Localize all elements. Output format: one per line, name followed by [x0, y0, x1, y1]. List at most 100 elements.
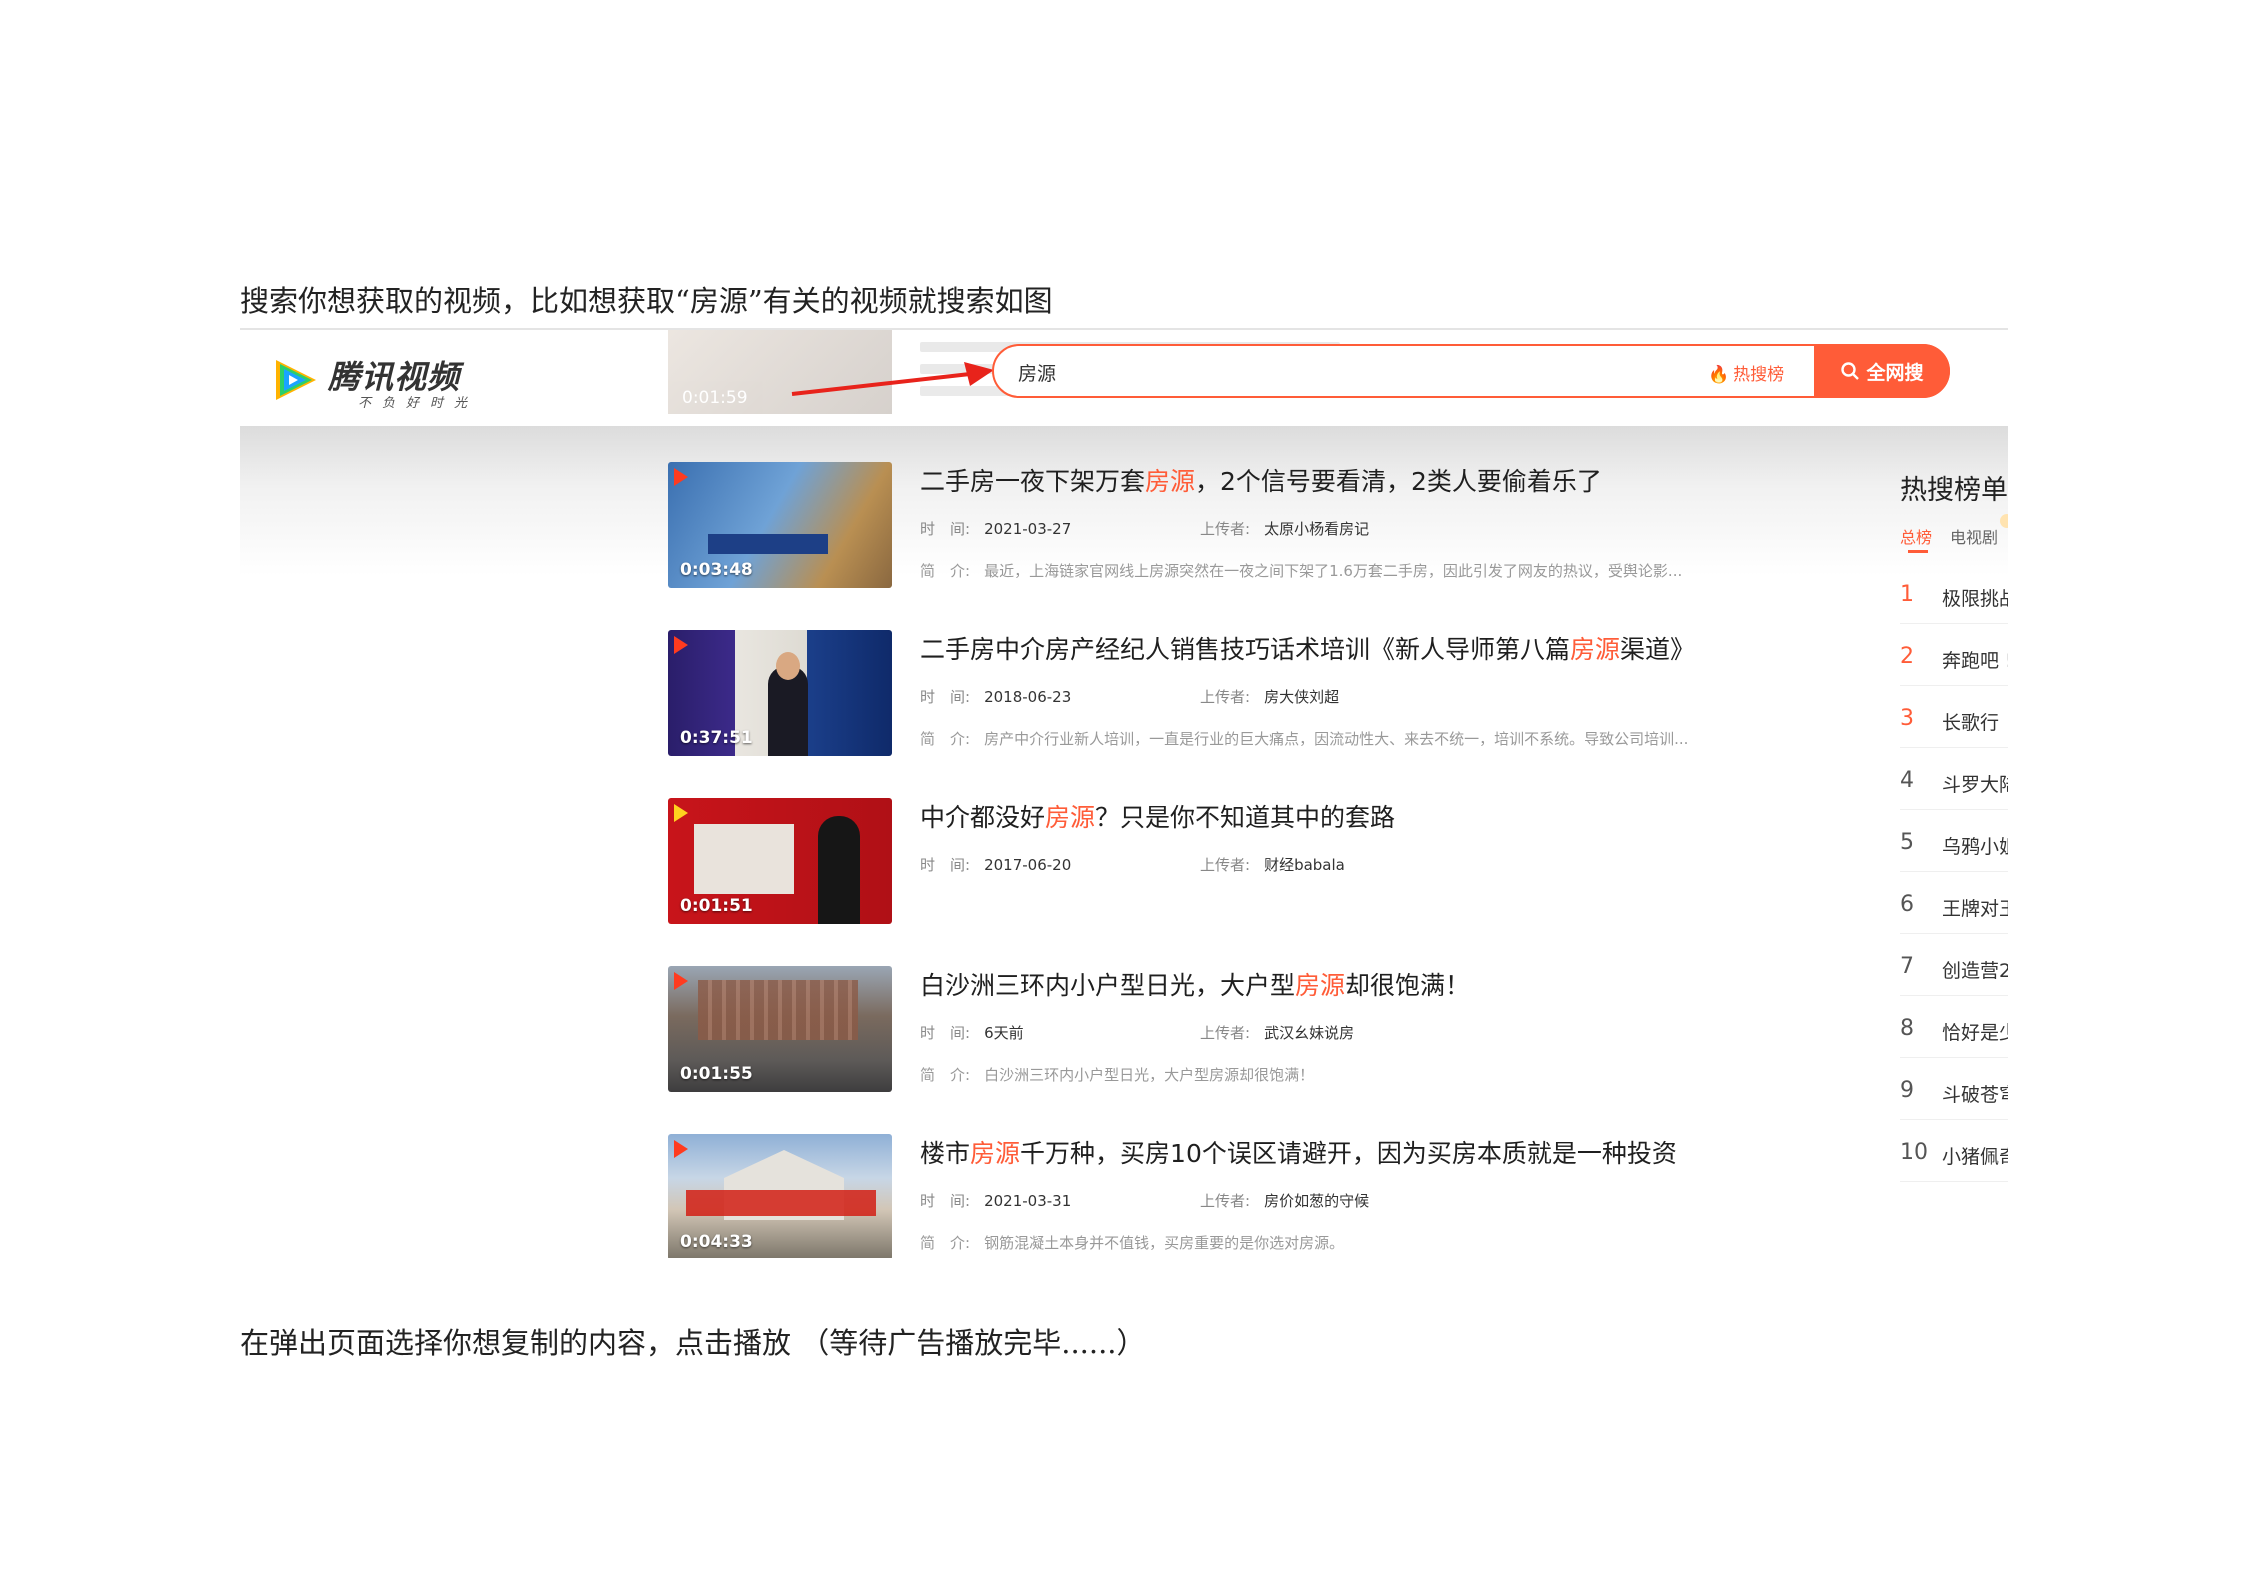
tab-overall[interactable]: 总榜 [1900, 528, 1932, 547]
title-text: 中介都没好 [920, 803, 1046, 832]
video-thumbnail[interactable]: 0:37:51 [668, 630, 892, 756]
video-duration: 0:01:51 [680, 896, 753, 916]
background-thumb-duration: 0:01:59 [682, 388, 748, 408]
show-name: 王牌对王 [1942, 898, 2008, 920]
uploader-name[interactable]: 太原小杨看房记 [1264, 520, 1369, 538]
search-icon [1841, 362, 1860, 380]
desc-text: 房产中介行业新人培训，一直是行业的巨大痛点，因流动性大、来去不统一，培训不系统。… [984, 730, 1689, 748]
tab-tv-series[interactable]: 电视剧 [1950, 528, 1998, 547]
uploader-label: 上传者: [1200, 688, 1251, 706]
hot-list-item[interactable]: 10 小猪佩奇 [1900, 1120, 2008, 1182]
time-label: 时 间: [920, 688, 971, 706]
uploader-name[interactable]: 房大侠刘超 [1264, 688, 1339, 706]
uploader-name[interactable]: 财经babala [1264, 856, 1345, 874]
search-input[interactable] [1016, 356, 1660, 388]
tencent-video-logo[interactable]: 腾讯视频 不负好时光 [270, 350, 490, 414]
red-arrow-annotation-icon [791, 362, 994, 396]
desc-label: 简 介: [920, 730, 971, 748]
show-name: 乌鸦小姐 [1942, 836, 2008, 858]
video-meta: 时 间: 2017-06-20 上传者: 财经babala [920, 854, 1345, 875]
decorative-dot [2000, 514, 2008, 528]
video-title[interactable]: 二手房中介房产经纪人销售技巧话术培训《新人导师第八篇房源渠道》 [920, 630, 1695, 666]
search-all-button[interactable]: 全网搜 [1814, 344, 1950, 398]
uploader-label: 上传者: [1200, 1024, 1251, 1042]
rank-number: 7 [1900, 954, 1914, 979]
desc-label: 简 介: [920, 1234, 971, 1252]
tencent-badge-icon [674, 1140, 688, 1158]
result-item[interactable]: 0:01:51 中介都没好房源？只是你不知道其中的套路 时 间: 2017-06-… [668, 798, 1568, 926]
thumb-caption-decoration [682, 502, 852, 518]
hot-ranking-tabs: 总榜 电视剧 [1900, 524, 1998, 548]
upload-date: 6天前 [984, 1024, 1024, 1042]
show-name: 小猪佩奇 [1942, 1146, 2008, 1168]
time-label: 时 间: [920, 520, 971, 538]
hot-list-item[interactable]: 7 创造营2 [1900, 934, 2008, 996]
hot-list-item[interactable]: 2 奔跑吧 ! [1900, 624, 2008, 686]
video-thumbnail[interactable]: 0:03:48 [668, 462, 892, 588]
title-keyword-highlight: 房源 [1145, 467, 1196, 496]
result-item[interactable]: 0:04:33 楼市房源千万种，买房10个误区请避开，因为买房本质就是一种投资 … [668, 1134, 1677, 1258]
rank-number: 5 [1900, 830, 1914, 855]
video-thumbnail[interactable]: 0:04:33 [668, 1134, 892, 1258]
title-text: 二手房中介房产经纪人销售技巧话术培训《新人导师第八篇 [920, 635, 1571, 664]
intro-paragraph: 搜索你想获取的视频，比如想获取“房源”有关的视频就搜索如图 [240, 284, 1053, 318]
search-box[interactable]: 🔥热搜榜 全网搜 [992, 344, 1950, 398]
uploader-label: 上传者: [1200, 1192, 1251, 1210]
rank-number: 9 [1900, 1078, 1914, 1103]
tencent-badge-icon [674, 804, 688, 822]
video-thumbnail[interactable]: 0:01:55 [668, 966, 892, 1092]
show-name: 奔跑吧 ! [1942, 650, 2008, 672]
hot-search-label: 热搜榜 [1733, 365, 1785, 385]
tencent-badge-icon [674, 636, 688, 654]
tencent-badge-icon [674, 468, 688, 486]
result-item[interactable]: 0:37:51 二手房中介房产经纪人销售技巧话术培训《新人导师第八篇房源渠道》 … [668, 630, 1695, 758]
hot-ranking-sidebar: 热搜榜单 总榜电视剧 1 极限挑战 2 奔跑吧 ! 3 长歌行 4 斗罗大陆 5 乌鸦小姐… [1900, 426, 2008, 1258]
show-name: 斗破苍穹 [1942, 1084, 2008, 1106]
search-results: 0:03:48 二手房一夜下架万套房源，2个信号要看清，2类人要偷着乐了 时 间… [240, 426, 2008, 1258]
video-duration: 0:04:33 [680, 1232, 753, 1252]
rank-number: 4 [1900, 768, 1914, 793]
show-name: 创造营2 [1942, 960, 2008, 982]
desc-label: 简 介: [920, 562, 971, 580]
search-all-label: 全网搜 [1866, 361, 1924, 384]
flame-icon: 🔥 [1708, 365, 1730, 385]
hot-list-item[interactable]: 3 长歌行 [1900, 686, 2008, 748]
title-text: 却很饱满！ [1345, 971, 1471, 1000]
title-text: 千万种，买房10个误区请避开，因为买房本质就是一种投资 [1020, 1139, 1677, 1168]
thumb-board-decoration [694, 824, 794, 894]
video-title[interactable]: 楼市房源千万种，买房10个误区请避开，因为买房本质就是一种投资 [920, 1134, 1677, 1170]
hot-search-link[interactable]: 🔥 热搜榜 [1708, 360, 1784, 385]
hot-list-item[interactable]: 1 极限挑战 [1900, 562, 2008, 624]
outro-paragraph: 在弹出页面选择你想复制的内容，点击播放 （等待广告播放完毕......） [240, 1326, 1146, 1360]
rank-number: 8 [1900, 1016, 1914, 1041]
video-title[interactable]: 中介都没好房源？只是你不知道其中的套路 [920, 798, 1395, 834]
play-logo-icon [276, 360, 316, 400]
video-title[interactable]: 白沙洲三环内小户型日光，大户型房源却很饱满！ [920, 966, 1470, 1002]
result-item[interactable]: 0:01:55 白沙洲三环内小户型日光，大户型房源却很饱满！ 时 间: 6天前 上… [668, 966, 1568, 1094]
hot-list-item[interactable]: 6 王牌对王 [1900, 872, 2008, 934]
title-text: 白沙洲三环内小户型日光，大户型 [920, 971, 1296, 1000]
time-label: 时 间: [920, 1024, 971, 1042]
video-thumbnail[interactable]: 0:01:51 [668, 798, 892, 924]
uploader-name[interactable]: 武汉幺妹说房 [1264, 1024, 1354, 1042]
hot-list-item[interactable]: 4 斗罗大陆 [1900, 748, 2008, 810]
uploader-name[interactable]: 房价如葱的守候 [1264, 1192, 1369, 1210]
screenshot-panel: 0:01:59 腾讯视频 不负好时光 🔥热搜榜 全网搜 [240, 328, 2008, 1258]
rank-number: 2 [1900, 644, 1914, 669]
result-item[interactable]: 0:03:48 二手房一夜下架万套房源，2个信号要看清，2类人要偷着乐了 时 间… [668, 462, 1682, 590]
rank-number: 1 [1900, 582, 1914, 607]
title-text: ，2个信号要看清，2类人要偷着乐了 [1195, 467, 1602, 496]
upload-date: 2018-06-23 [984, 688, 1072, 706]
time-label: 时 间: [920, 1192, 971, 1210]
upload-date: 2021-03-31 [984, 1192, 1072, 1210]
upload-date: 2021-03-27 [984, 520, 1072, 538]
video-duration: 0:37:51 [680, 728, 753, 748]
hot-list-item[interactable]: 5 乌鸦小姐 [1900, 810, 2008, 872]
tencent-badge-icon [674, 972, 688, 990]
hot-list-item[interactable]: 9 斗破苍穹 [1900, 1058, 2008, 1120]
title-text: 二手房一夜下架万套 [920, 467, 1146, 496]
video-title[interactable]: 二手房一夜下架万套房源，2个信号要看清，2类人要偷着乐了 [920, 462, 1602, 498]
title-keyword-highlight: 房源 [970, 1139, 1021, 1168]
uploader-label: 上传者: [1200, 856, 1251, 874]
hot-list-item[interactable]: 8 恰好是少 [1900, 996, 2008, 1058]
